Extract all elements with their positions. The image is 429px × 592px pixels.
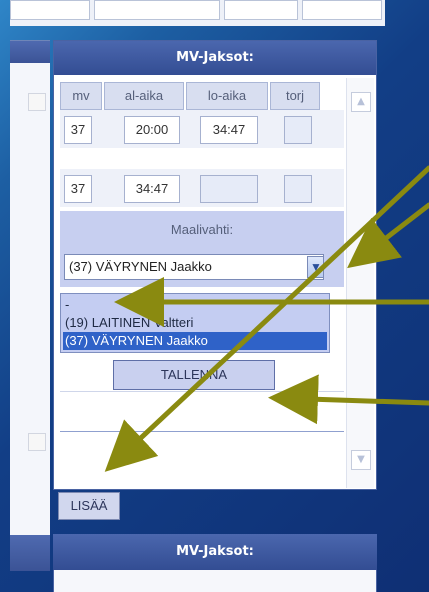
arrow-to-add-button bbox=[104, 165, 429, 472]
arrow-to-goalie-select bbox=[347, 202, 429, 269]
arrow-to-save-button bbox=[268, 374, 429, 425]
annotation-arrows bbox=[104, 165, 429, 472]
